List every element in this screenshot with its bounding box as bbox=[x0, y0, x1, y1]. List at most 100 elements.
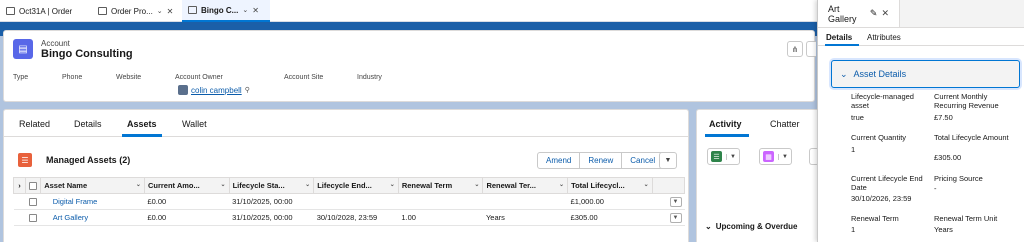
field-label: Renewal Term Unit bbox=[934, 214, 998, 223]
header-action-button[interactable] bbox=[806, 41, 816, 57]
tab-details[interactable]: Details bbox=[74, 119, 102, 129]
tab-assets[interactable]: Assets bbox=[127, 119, 157, 129]
chevron-down-icon[interactable]: ⌄ bbox=[136, 181, 141, 188]
field-value: - bbox=[934, 184, 937, 193]
managed-assets-title: Managed Assets (2) bbox=[46, 155, 131, 165]
row-actions-chevron-icon[interactable]: ▼ bbox=[669, 197, 682, 207]
field-label-account-site: Account Site bbox=[284, 74, 324, 81]
column-header-total-lifecycle[interactable]: Total Lifecycl... ⌄ bbox=[567, 177, 653, 194]
event-icon: ▦ bbox=[763, 151, 774, 162]
edit-pencil-icon[interactable]: ✎ bbox=[870, 8, 878, 19]
upcoming-overdue-section[interactable]: ⌄ Upcoming & Overdue bbox=[705, 222, 798, 231]
tab-related[interactable]: Related bbox=[19, 119, 50, 129]
row-checkbox[interactable] bbox=[25, 193, 41, 210]
column-header-asset-name[interactable]: Asset Name ⌄ bbox=[40, 177, 145, 194]
chevron-down-icon[interactable]: ⌄ bbox=[559, 181, 564, 188]
field-label: Current Quantity bbox=[851, 133, 907, 142]
field-value: 30/10/2026, 23:59 bbox=[851, 194, 912, 203]
chevron-down-icon[interactable]: ▼ bbox=[659, 152, 677, 169]
field-label-phone: Phone bbox=[62, 74, 83, 81]
chevron-down-icon: ⌄ bbox=[705, 222, 712, 231]
console-tab-label: Order Pro... bbox=[111, 6, 153, 16]
console-tab-label: Oct31A | Order bbox=[19, 6, 73, 16]
field-label: Total Lifecycle Amount bbox=[934, 133, 1009, 142]
asset-name-link[interactable]: Art Gallery bbox=[53, 213, 88, 222]
active-tab-indicator bbox=[825, 44, 859, 46]
tab-wallet[interactable]: Wallet bbox=[182, 119, 207, 129]
field-value: £7.50 bbox=[934, 113, 953, 122]
select-all-checkbox[interactable] bbox=[25, 177, 42, 194]
cell-renewal-term: 1.00 bbox=[398, 209, 483, 226]
column-header-renewal-term-unit[interactable]: Renewal Ter... ⌄ bbox=[482, 177, 569, 194]
console-tab-order[interactable]: Oct31A | Order bbox=[0, 0, 90, 22]
field-value: 1 bbox=[851, 145, 856, 154]
active-tab-indicator bbox=[122, 134, 162, 137]
row-actions-chevron-icon[interactable]: ▼ bbox=[669, 213, 682, 223]
asset-name-link[interactable]: Digital Frame bbox=[53, 197, 98, 206]
object-type-label: Account bbox=[41, 39, 70, 48]
amend-button[interactable]: Amend bbox=[537, 152, 581, 169]
new-task-button[interactable]: ☰ ▼ bbox=[707, 148, 740, 165]
asset-side-panel: Art Gallery ✎ ✕ Details Attributes ⌄ Ass… bbox=[817, 0, 1024, 242]
new-event-button[interactable]: ▦ ▼ bbox=[759, 148, 792, 165]
field-label: Renewal Term bbox=[851, 214, 899, 223]
close-icon[interactable]: ✕ bbox=[252, 6, 259, 15]
cell-total-lifecycle: £305.00 bbox=[567, 209, 653, 226]
cell-lifecycle-start: 31/10/2025, 00:00 bbox=[229, 209, 314, 226]
change-owner-icon[interactable]: ⚲ bbox=[245, 86, 250, 94]
order-product-icon bbox=[98, 7, 107, 15]
tab-attributes[interactable]: Attributes bbox=[867, 33, 901, 42]
section-title: Asset Details bbox=[853, 69, 907, 79]
record-tabs: Related Details Assets Wallet bbox=[4, 110, 688, 137]
field-label: Current Monthly Recurring Revenue bbox=[934, 92, 999, 110]
account-owner-value: colin campbell ⚲ bbox=[178, 85, 250, 95]
renew-button[interactable]: Renew bbox=[579, 152, 623, 169]
console-tab-order-product[interactable]: Order Pro... ⌄ ✕ bbox=[92, 0, 180, 22]
chevron-down-icon[interactable]: ▼ bbox=[726, 153, 736, 160]
record-header: ▤ Account Bingo Consulting ⋔ Type Phone … bbox=[3, 30, 816, 102]
record-title: Bingo Consulting bbox=[41, 48, 133, 60]
column-header-renewal-term[interactable]: Renewal Term ⌄ bbox=[397, 177, 484, 194]
chevron-down-icon[interactable]: ⌄ bbox=[390, 181, 395, 188]
hierarchy-icon[interactable]: ⋔ bbox=[787, 41, 803, 57]
cancel-button[interactable]: Cancel bbox=[621, 152, 665, 169]
chevron-down-icon[interactable]: ▼ bbox=[778, 153, 788, 160]
cell-current-amount: £0.00 bbox=[144, 193, 230, 210]
field-label-type: Type bbox=[13, 74, 29, 81]
table-row: Art Gallery £0.00 31/10/2025, 00:00 30/1… bbox=[13, 209, 685, 226]
table-header-row: › Asset Name ⌄ Current Amo... ⌄ Lifecycle … bbox=[12, 177, 686, 194]
upcoming-overdue-label: Upcoming & Overdue bbox=[715, 222, 798, 231]
field-value: £305.00 bbox=[934, 153, 962, 162]
close-icon[interactable]: ✕ bbox=[167, 7, 174, 16]
field-label-account-owner: Account Owner bbox=[175, 74, 223, 81]
account-icon: ▤ bbox=[13, 39, 33, 59]
table-row: Digital Frame £0.00 31/10/2025, 00:00 £1… bbox=[13, 193, 685, 210]
chevron-down-icon[interactable]: ⌄ bbox=[644, 181, 649, 188]
field-label-website: Website bbox=[116, 74, 142, 81]
chevron-down-icon[interactable]: ⌄ bbox=[221, 181, 226, 188]
tab-details[interactable]: Details bbox=[826, 33, 852, 42]
column-header-current-amount[interactable]: Current Amo... ⌄ bbox=[143, 177, 230, 194]
expand-all-icon[interactable]: › bbox=[12, 177, 27, 194]
panel-tabs: Details Attributes bbox=[818, 28, 1024, 46]
row-checkbox[interactable] bbox=[25, 209, 41, 226]
cell-renewal-term-unit: Years bbox=[482, 209, 568, 226]
tab-chatter[interactable]: Chatter bbox=[770, 119, 800, 129]
console-tab-account[interactable]: Bingo C... ⌄ ✕ bbox=[182, 0, 270, 22]
chevron-down-icon[interactable]: ⌄ bbox=[157, 7, 163, 15]
chevron-down-icon[interactable]: ⌄ bbox=[305, 181, 310, 188]
tab-activity[interactable]: Activity bbox=[709, 119, 742, 129]
field-value: true bbox=[851, 113, 864, 122]
asset-details-section[interactable]: ⌄ Asset Details bbox=[831, 60, 1020, 88]
chevron-down-icon[interactable]: ⌄ bbox=[242, 6, 248, 14]
close-icon[interactable]: ✕ bbox=[881, 8, 889, 19]
column-header-lifecycle-start[interactable]: Lifecycle Sta... ⌄ bbox=[228, 177, 315, 194]
assets-icon: ☰ bbox=[18, 153, 32, 167]
activity-card: Activity Chatter ☰ ▼ ▦ ▼ ⌄ Upcoming & Ov… bbox=[696, 109, 826, 242]
panel-tab-art-gallery[interactable]: Art Gallery ✎ ✕ bbox=[818, 0, 900, 28]
owner-link[interactable]: colin campbell bbox=[191, 86, 242, 95]
column-header-lifecycle-end[interactable]: Lifecycle End... ⌄ bbox=[313, 177, 399, 194]
chevron-down-icon[interactable]: ⌄ bbox=[474, 181, 479, 188]
account-icon bbox=[188, 6, 197, 14]
field-value: Years bbox=[934, 225, 953, 234]
